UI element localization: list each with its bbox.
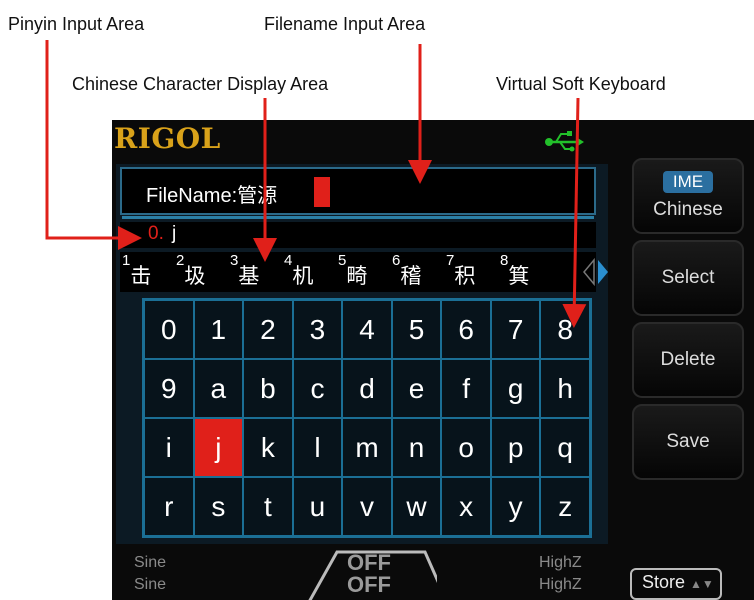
- callout-arrows: [45, 40, 587, 328]
